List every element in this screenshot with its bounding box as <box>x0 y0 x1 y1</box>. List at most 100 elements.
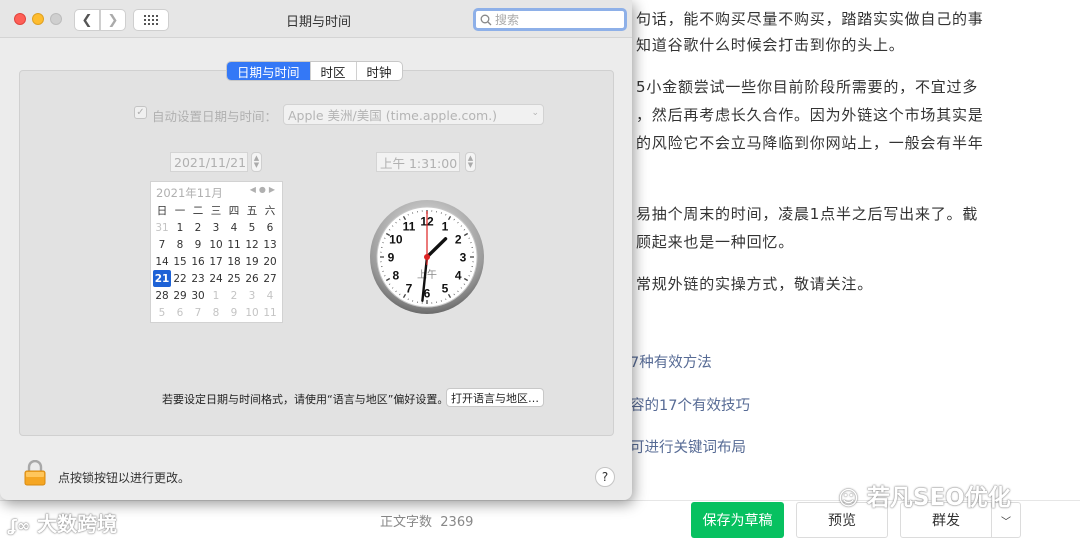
back-button[interactable]: ❮ <box>74 9 100 31</box>
calendar-day[interactable]: 21 <box>153 270 171 287</box>
clock-numeral: 5 <box>442 282 449 296</box>
clock-numeral: 2 <box>455 233 462 247</box>
time-stepper[interactable]: ▲ ▼ <box>465 152 476 172</box>
open-language-region-button[interactable]: 打开语言与地区… <box>446 388 544 407</box>
calendar-day[interactable]: 10 <box>207 236 225 253</box>
calendar-day[interactable]: 11 <box>261 304 279 321</box>
calendar-day[interactable]: 6 <box>261 219 279 236</box>
calendar-day[interactable]: 2 <box>225 287 243 304</box>
time-field[interactable]: 上午 1:31:00 <box>376 152 460 172</box>
zoom-button[interactable] <box>50 13 62 25</box>
calendar-day[interactable]: 17 <box>207 253 225 270</box>
time-server-value: Apple 美洲/美国 (time.apple.com.) <box>288 108 498 123</box>
article-link[interactable]: 可进行关键词布局 <box>630 436 746 457</box>
lock-note: 点按锁按钮以进行更改。 <box>58 471 191 485</box>
calendar-grid: 日一二三四五六 31 1 2 3 4 5 6 7 8 9 10 11 12 13 14 15 16 17 18 19 20… <box>153 202 279 321</box>
calendar-day[interactable]: 25 <box>225 270 243 287</box>
weekday-label: 五 <box>246 205 258 217</box>
article-line: 的风险它不会立马降临到你网站上，一般会有半年 <box>636 134 984 152</box>
weekday-label: 六 <box>264 205 276 217</box>
save-draft-button[interactable]: 保存为草稿 <box>691 502 784 538</box>
calendar-day[interactable]: 10 <box>243 304 261 321</box>
help-button[interactable]: ? <box>595 467 615 487</box>
clock-center <box>424 254 430 260</box>
weekday-label: 二 <box>192 205 204 217</box>
article-link[interactable]: 容的17个有效技巧 <box>630 394 750 415</box>
search-placeholder: 搜索 <box>495 13 520 27</box>
article-line: 常规外链的实操方式，敬请关注。 <box>636 275 874 293</box>
calendar-day[interactable]: 1 <box>207 287 225 304</box>
auto-set-checkbox[interactable]: ✓ <box>134 106 147 119</box>
tab-date-time[interactable]: 日期与时间 <box>227 62 310 80</box>
calendar-day[interactable]: 11 <box>225 236 243 253</box>
format-note: 若要设定日期与时间格式，请使用“语言与地区”偏好设置。 <box>162 393 449 406</box>
calendar-day[interactable]: 8 <box>171 236 189 253</box>
calendar-day[interactable]: 3 <box>207 219 225 236</box>
show-all-button[interactable] <box>133 9 169 31</box>
analog-clock: 12 1234567891011上午 <box>370 200 484 314</box>
calendar-day[interactable]: 6 <box>171 304 189 321</box>
date-field[interactable]: 2021/11/21 <box>170 152 248 172</box>
calendar-day[interactable]: 20 <box>261 253 279 270</box>
logo-icon: ʆ∞ <box>8 516 31 535</box>
close-button[interactable] <box>14 13 26 25</box>
calendar-day[interactable]: 5 <box>153 304 171 321</box>
calendar-day[interactable]: 3 <box>243 287 261 304</box>
calendar-day[interactable]: 7 <box>153 236 171 253</box>
calendar-day[interactable]: 2 <box>189 219 207 236</box>
calendar-nav[interactable]: ◀●▶ <box>250 185 278 194</box>
calendar-day[interactable]: 4 <box>261 287 279 304</box>
calendar-day[interactable]: 28 <box>153 287 171 304</box>
checkmark-icon: ✓ <box>136 107 145 118</box>
article-line: ，然后再考虑长久合作。因为外链这个市场其实是 <box>636 106 984 124</box>
tab-clock[interactable]: 时钟 <box>355 62 402 80</box>
article-line: 句话，能不购买尽量不购买，踏踏实实做自己的事 <box>636 10 984 28</box>
calendar-day[interactable]: 24 <box>207 270 225 287</box>
weekday-label: 三 <box>210 205 222 217</box>
grid-icon <box>144 15 158 25</box>
calendar-day[interactable]: 5 <box>243 219 261 236</box>
calendar-day[interactable]: 18 <box>225 253 243 270</box>
calendar-day[interactable]: 13 <box>261 236 279 253</box>
search-input[interactable]: 搜索 <box>473 8 627 31</box>
tab-bar: 日期与时间 时区 时钟 <box>226 61 403 81</box>
calendar-day[interactable]: 23 <box>189 270 207 287</box>
clock-numeral: 3 <box>460 251 467 265</box>
calendar: 2021年11月 ◀●▶ 日一二三四五六 31 1 2 3 4 5 6 7 8 9 10 11 12 13 1… <box>150 181 283 323</box>
calendar-day[interactable]: 27 <box>261 270 279 287</box>
date-stepper[interactable]: ▲ ▼ <box>251 152 262 172</box>
window-title: 日期与时间 <box>286 15 352 30</box>
clock-numeral: 11 <box>403 219 416 233</box>
tab-timezone[interactable]: 时区 <box>309 62 356 80</box>
auto-set-label: 自动设置日期与时间： <box>152 109 278 124</box>
calendar-day[interactable]: 1 <box>171 219 189 236</box>
date-time-window: ❮ ❯ 日期与时间 搜索 日期与时间 时区 时钟 ✓ 自动设置日期与时间： Ap… <box>0 0 632 500</box>
calendar-day[interactable]: 14 <box>153 253 171 270</box>
calendar-day[interactable]: 8 <box>207 304 225 321</box>
calendar-day[interactable]: 19 <box>243 253 261 270</box>
ampm-label: 上午 <box>417 268 437 281</box>
calendar-day[interactable]: 12 <box>243 236 261 253</box>
forward-button[interactable]: ❯ <box>100 9 126 31</box>
calendar-day[interactable]: 9 <box>225 304 243 321</box>
calendar-day[interactable]: 16 <box>189 253 207 270</box>
calendar-day[interactable]: 4 <box>225 219 243 236</box>
calendar-day[interactable]: 9 <box>189 236 207 253</box>
calendar-day[interactable]: 15 <box>171 253 189 270</box>
time-server-select[interactable]: Apple 美洲/美国 (time.apple.com.) ⌄ <box>283 104 544 125</box>
weekday-label: 一 <box>174 205 186 217</box>
article-link[interactable]: 7种有效方法 <box>630 351 712 372</box>
chevron-down-icon: ﹀ <box>1001 516 1011 528</box>
minimize-button[interactable] <box>32 13 44 25</box>
chevron-right-icon: ❯ <box>107 12 119 28</box>
title-bar: ❮ ❯ 日期与时间 搜索 <box>0 0 632 38</box>
lock-icon[interactable] <box>24 460 46 486</box>
calendar-day[interactable]: 30 <box>189 287 207 304</box>
article-body: 句话，能不购买尽量不购买，踏踏实实做自己的事 知道谷歌什么时候会打击到你的头上。… <box>630 0 1080 500</box>
calendar-day[interactable]: 29 <box>171 287 189 304</box>
brand-watermark: ʆ∞ 大数跨境 <box>8 512 118 536</box>
calendar-day[interactable]: 26 <box>243 270 261 287</box>
calendar-day[interactable]: 22 <box>171 270 189 287</box>
calendar-day[interactable]: 7 <box>189 304 207 321</box>
calendar-day[interactable]: 31 <box>153 219 171 236</box>
